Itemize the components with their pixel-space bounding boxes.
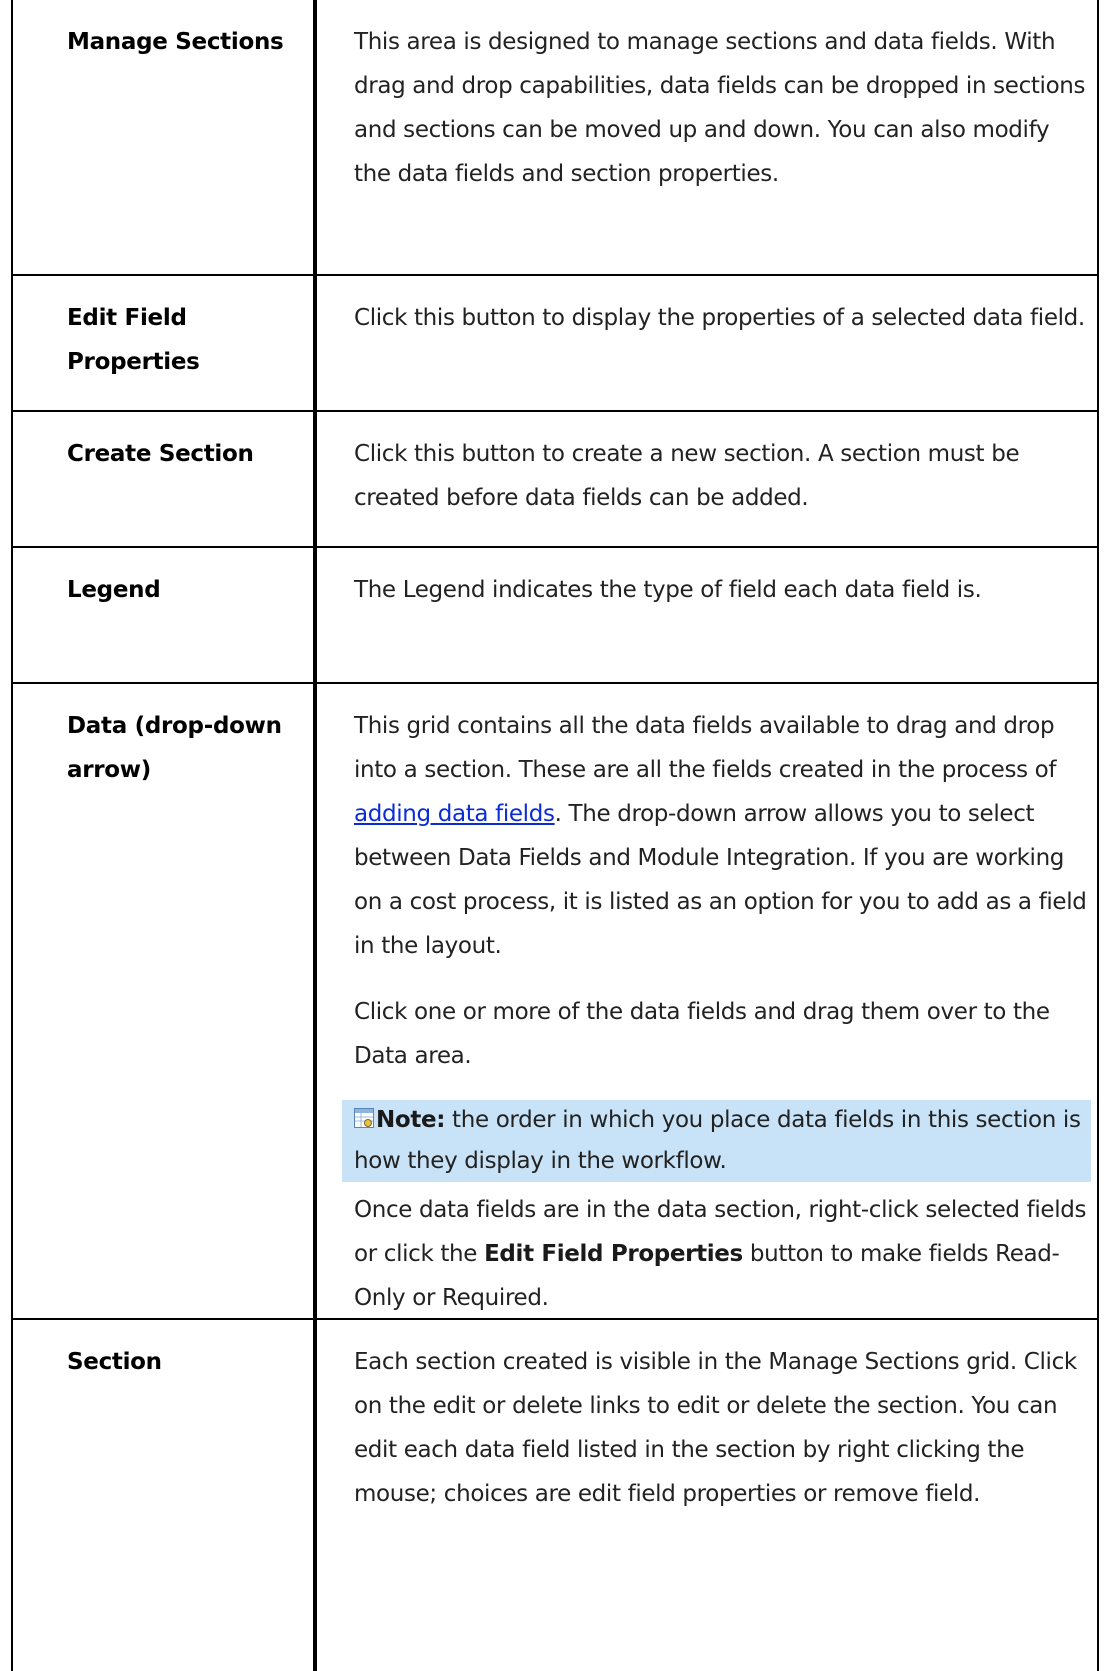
table-row: Section Each section created is visible … — [13, 1320, 1097, 1671]
description-cell: This area is designed to manage sections… — [317, 0, 1097, 274]
term-cell: Manage Sections — [13, 0, 317, 274]
term-label: Section — [67, 1349, 162, 1375]
description-text: The Legend indicates the type of field e… — [354, 577, 982, 603]
term-label-line1: Edit Field — [67, 305, 187, 331]
term-cell: Legend — [13, 548, 317, 682]
description-cell: The Legend indicates the type of field e… — [317, 548, 1097, 682]
description-cell: Each section created is visible in the M… — [317, 1320, 1097, 1671]
description-text: Each section created is visible in the M… — [354, 1349, 1077, 1507]
note-icon — [354, 1101, 374, 1128]
adding-data-fields-link[interactable]: adding data fields — [354, 801, 555, 827]
instruction-text: Click one or more of the data fields and… — [354, 999, 1050, 1069]
term-cell: Create Section — [13, 412, 317, 546]
term-cell: Section — [13, 1320, 317, 1671]
term-cell: Data (drop-down arrow) — [13, 684, 317, 1318]
definition-table: Manage Sections This area is designed to… — [11, 0, 1099, 1671]
description-text: This area is designed to manage sections… — [354, 29, 1086, 187]
term-label-line1: Data (drop-down — [67, 713, 282, 739]
table-row: Manage Sections This area is designed to… — [13, 0, 1097, 276]
note-label: Note: — [376, 1107, 446, 1133]
term-cell: Edit Field Properties — [13, 276, 317, 410]
edit-field-properties-reference: Edit Field Properties — [484, 1241, 743, 1267]
table-row: Legend The Legend indicates the type of … — [13, 548, 1097, 684]
table-row: Edit Field Properties Click this button … — [13, 276, 1097, 412]
term-label-line2: arrow) — [67, 757, 151, 783]
term-label-line2: Properties — [67, 349, 200, 375]
description-text-before-link: This grid contains all the data fields a… — [354, 713, 1057, 783]
table-row: Create Section Click this button to crea… — [13, 412, 1097, 548]
description-text: Click this button to create a new sectio… — [354, 441, 1020, 511]
note-text: the order in which you place data fields… — [354, 1107, 1081, 1174]
description-text: This grid contains all the data fields a… — [354, 704, 1091, 968]
term-label: Legend — [67, 577, 161, 603]
description-cell: Click this button to create a new sectio… — [317, 412, 1097, 546]
instruction-text: Once data fields are in the data section… — [354, 1188, 1091, 1320]
table-row: Data (drop-down arrow) This grid contain… — [13, 684, 1097, 1320]
description-cell: Click this button to display the propert… — [317, 276, 1097, 410]
term-label: Manage Sections — [67, 29, 284, 55]
term-label: Create Section — [67, 441, 254, 467]
description-cell: This grid contains all the data fields a… — [317, 684, 1097, 1318]
note-callout: Note: the order in which you place data … — [342, 1100, 1091, 1182]
description-text: Click this button to display the propert… — [354, 305, 1085, 331]
